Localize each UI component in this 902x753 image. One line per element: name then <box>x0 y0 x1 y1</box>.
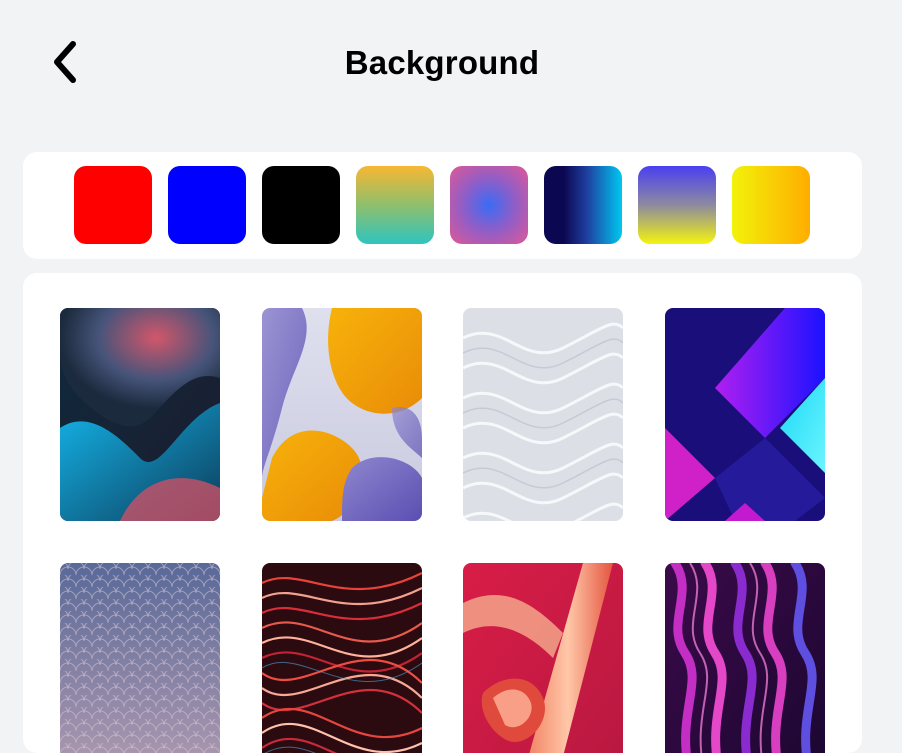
wallpaper-red-3d-tubes[interactable] <box>463 563 623 753</box>
swatch-blue[interactable] <box>168 166 246 244</box>
white-wave-wallpaper-image <box>463 308 623 521</box>
swatch-navy-cyan-gradient[interactable] <box>544 166 622 244</box>
swatch-yellow-orange-gradient[interactable] <box>732 166 810 244</box>
wallpaper-purple-geometric[interactable] <box>665 308 825 521</box>
wallpaper-red-swirl-lines[interactable] <box>262 563 422 753</box>
swatch-black[interactable] <box>262 166 340 244</box>
wallpaper-grid <box>23 273 862 753</box>
magenta-wave-wallpaper-image <box>665 563 825 753</box>
purple-geometric-wallpaper-image <box>665 308 825 521</box>
swatch-pink-blue-radial-gradient[interactable] <box>450 166 528 244</box>
wallpaper-white-wave[interactable] <box>463 308 623 521</box>
page-title: Background <box>344 44 540 81</box>
swatch-amber-teal-gradient[interactable] <box>356 166 434 244</box>
orange-purple-blob-wallpaper-image <box>262 308 422 521</box>
color-swatch-panel <box>23 152 862 259</box>
red-3d-tubes-wallpaper-image <box>463 563 623 753</box>
swatch-red[interactable] <box>74 166 152 244</box>
wallpaper-magenta-wave[interactable] <box>665 563 825 753</box>
wallpaper-teal-blob[interactable] <box>60 308 220 521</box>
wallpaper-scale-pattern[interactable] <box>60 563 220 753</box>
teal-blob-wallpaper-image <box>60 308 220 521</box>
red-swirl-lines-wallpaper-image <box>262 563 422 753</box>
swatch-indigo-yellow-gradient[interactable] <box>638 166 716 244</box>
scale-pattern-wallpaper-image <box>60 563 220 753</box>
header-bar: Background <box>0 0 902 130</box>
wallpaper-orange-purple-blob[interactable] <box>262 308 422 521</box>
